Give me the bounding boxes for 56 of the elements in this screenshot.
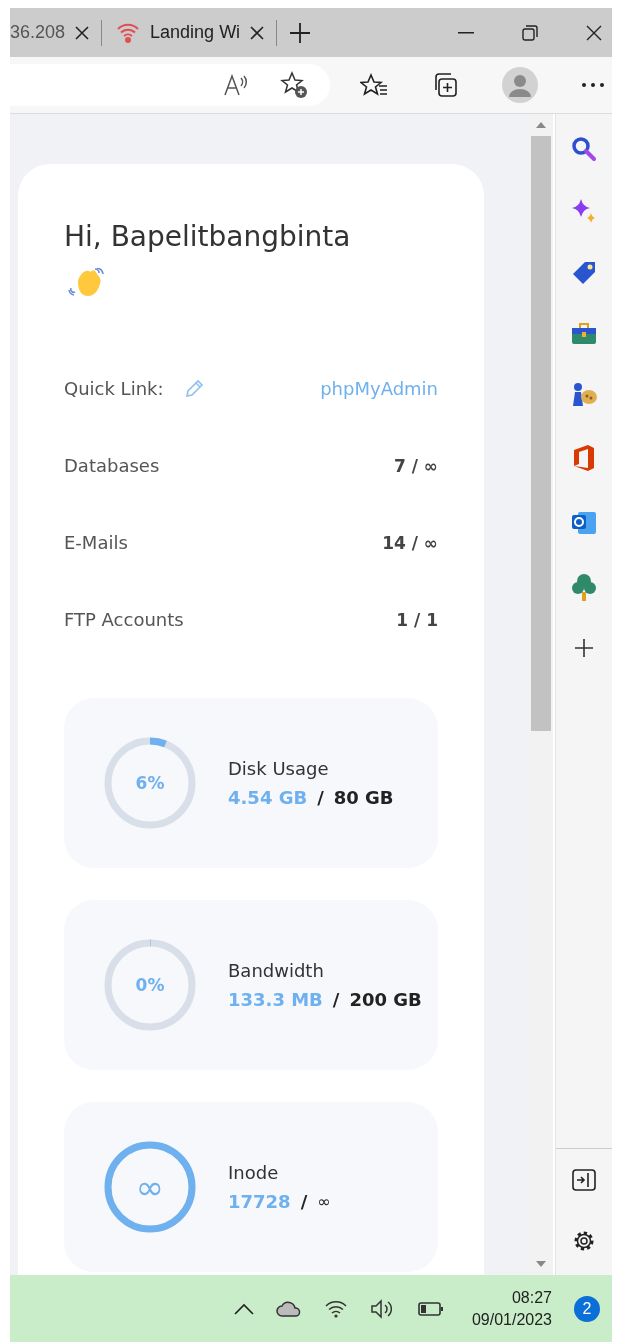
toolbox-icon[interactable] — [571, 322, 598, 346]
more-icon[interactable] — [582, 83, 604, 87]
ring-label: 0% — [134, 974, 166, 997]
chevron-up-icon[interactable] — [233, 1302, 254, 1315]
add-favorite-icon[interactable] — [280, 71, 308, 99]
new-tab-icon[interactable] — [289, 21, 312, 44]
used-amount: 4.54 GB — [228, 787, 308, 808]
used-amount: 17728 — [228, 1191, 291, 1212]
minimize-icon[interactable] — [458, 31, 474, 34]
slash: / — [332, 989, 340, 1010]
read-aloud-icon[interactable] — [224, 74, 250, 96]
scrollbar[interactable] — [528, 114, 554, 1275]
slash: / — [317, 787, 324, 808]
clock-time: 08:27 — [511, 1287, 552, 1308]
close-icon[interactable] — [250, 25, 265, 40]
usage-title: Disk Usage — [228, 758, 330, 779]
battery-icon[interactable] — [417, 1300, 444, 1317]
scrollbar-thumb[interactable] — [530, 136, 551, 731]
add-icon[interactable] — [574, 638, 595, 658]
slash: / — [300, 1191, 308, 1212]
scroll-up-icon[interactable] — [535, 122, 546, 128]
ring-label: ∞ — [134, 1166, 166, 1209]
scroll-down-icon[interactable] — [535, 1261, 546, 1267]
stat-value: 1 / 1 — [396, 609, 438, 630]
tag-icon[interactable] — [571, 260, 598, 286]
total-amount: 80 GB — [333, 787, 394, 808]
total-amount: 200 GB — [349, 989, 422, 1010]
clock-date: 09/01/2023 — [471, 1309, 552, 1330]
notification-badge[interactable]: 2 — [574, 1295, 600, 1322]
wifi-icon[interactable] — [323, 1299, 348, 1318]
used-amount: 133.3 MB — [228, 989, 323, 1010]
taskbar-clock[interactable]: 08:27 09/01/2023 — [471, 1286, 552, 1331]
stat-value: 14 / ∞ — [382, 532, 438, 553]
tab-title[interactable]: 36.208 — [10, 22, 66, 43]
search-icon[interactable] — [571, 136, 598, 162]
collections-icon[interactable] — [432, 72, 458, 98]
office-icon[interactable] — [572, 444, 597, 472]
close-icon[interactable] — [586, 24, 602, 41]
total-amount: ∞ — [317, 1192, 331, 1211]
profile-avatar[interactable] — [502, 67, 538, 103]
stat-value: 7 / ∞ — [393, 455, 438, 476]
favorites-icon[interactable] — [360, 73, 388, 97]
restore-icon[interactable] — [522, 24, 538, 41]
stat-label: FTP Accounts — [64, 609, 184, 630]
tree-icon[interactable] — [571, 572, 598, 602]
close-icon[interactable] — [75, 25, 90, 40]
stat-label: Databases — [64, 455, 160, 476]
panel-icon[interactable] — [572, 1169, 597, 1191]
greeting: Hi, Bapelitbangbinta — [64, 219, 352, 255]
usage-title: Bandwidth — [228, 960, 325, 981]
ring-label: 6% — [134, 772, 166, 795]
quick-link-label: Quick Link: — [64, 378, 164, 399]
stat-label: E-Mails — [64, 532, 128, 553]
tab-title[interactable]: Landing Wi — [150, 22, 241, 43]
usage-title: Inode — [228, 1162, 280, 1183]
cloud-icon[interactable] — [275, 1300, 302, 1317]
